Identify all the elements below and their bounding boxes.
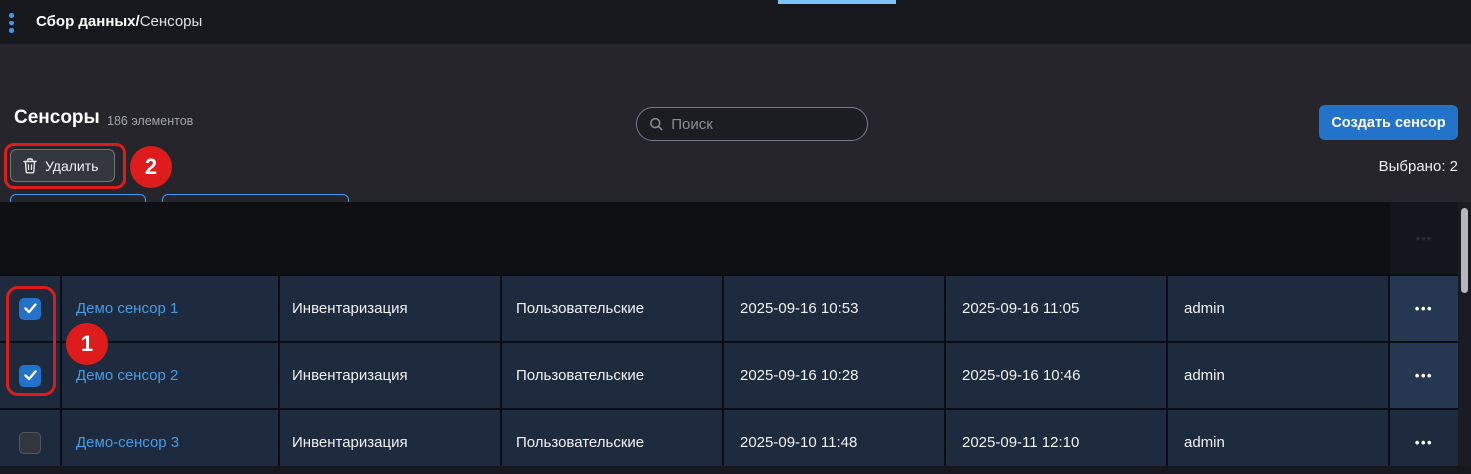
row-checkbox[interactable] (19, 298, 41, 320)
trash-icon (23, 158, 37, 174)
more-actions-icon: ••• (1415, 435, 1433, 450)
table-header: Наименование ↑↓ ⋮ Раздел ↑↓ ⋮ Класс ↑↓ ⋮… (0, 202, 1471, 274)
breadcrumb-parent[interactable]: Сбор данных (36, 13, 136, 30)
cell-author: admin (1168, 276, 1390, 341)
search-box[interactable] (636, 107, 868, 141)
table-row[interactable]: Демо-сенсор 3 Инвентаризация Пользовател… (0, 408, 1458, 474)
sensors-page: Сбор данных/Сенсоры Сенсоры 186 элементо… (0, 0, 1471, 474)
delete-button[interactable]: Удалить (10, 149, 115, 182)
item-count: 186 элементов (107, 114, 193, 128)
check-icon (24, 303, 37, 314)
breadcrumb-current: Сенсоры (140, 13, 203, 30)
page-title: Сенсоры (14, 107, 100, 129)
app-menu-icon[interactable] (9, 13, 14, 33)
cell-created: 2025-09-16 10:53 (724, 276, 946, 341)
check-icon (24, 370, 37, 381)
bottom-edge (0, 466, 1471, 474)
actions-column-header: ••• (1390, 202, 1458, 274)
row-checkbox[interactable] (19, 432, 41, 454)
cell-author: admin (1168, 343, 1390, 408)
selected-count-label: Выбрано: 2 (1379, 158, 1458, 175)
cell-name: Демо-сенсор 3 (62, 410, 280, 474)
sensor-link[interactable]: Демо сенсор 1 (76, 300, 178, 317)
cell-class: Пользовательские (502, 410, 724, 474)
sensor-link[interactable]: Демо-сенсор 3 (76, 434, 179, 451)
cell-class: Пользовательские (502, 276, 724, 341)
delete-button-label: Удалить (45, 158, 98, 174)
breadcrumb: Сбор данных/Сенсоры (36, 0, 202, 44)
cell-name: Демо сенсор 2 (62, 343, 280, 408)
cell-author: admin (1168, 410, 1390, 474)
row-checkbox-cell (0, 276, 62, 341)
cell-created: 2025-09-10 11:48 (724, 410, 946, 474)
toolbar: Сенсоры 186 элементов Создать сенсор Уда… (0, 44, 1471, 202)
cell-modified: 2025-09-11 12:10 (946, 410, 1168, 474)
cell-section: Инвентаризация (280, 343, 502, 408)
row-checkbox[interactable] (19, 365, 41, 387)
cell-modified: 2025-09-16 10:46 (946, 343, 1168, 408)
cell-created: 2025-09-16 10:28 (724, 343, 946, 408)
top-accent-bar (778, 0, 896, 4)
cell-modified: 2025-09-16 11:05 (946, 276, 1168, 341)
table-row[interactable]: Демо сенсор 1 Инвентаризация Пользовател… (0, 274, 1458, 341)
more-actions-icon: ••• (1415, 368, 1433, 383)
create-sensor-button[interactable]: Создать сенсор (1319, 105, 1458, 140)
search-input[interactable] (671, 116, 855, 133)
vertical-scrollbar[interactable] (1458, 202, 1471, 474)
row-checkbox-cell (0, 410, 62, 474)
search-icon (649, 116, 663, 132)
cell-name: Демо сенсор 1 (62, 276, 280, 341)
top-navigation-bar: Сбор данных/Сенсоры (0, 0, 1471, 44)
table-row[interactable]: Демо сенсор 2 Инвентаризация Пользовател… (0, 341, 1458, 408)
sensors-table: Наименование ↑↓ ⋮ Раздел ↑↓ ⋮ Класс ↑↓ ⋮… (0, 202, 1471, 474)
sensor-link[interactable]: Демо сенсор 2 (76, 367, 178, 384)
more-actions-icon: ••• (1416, 231, 1433, 246)
scrollbar-thumb[interactable] (1461, 208, 1468, 293)
more-actions-icon: ••• (1415, 301, 1433, 316)
row-checkbox-cell (0, 343, 62, 408)
row-actions-button[interactable]: ••• (1390, 343, 1458, 408)
cell-section: Инвентаризация (280, 276, 502, 341)
row-actions-button[interactable]: ••• (1390, 410, 1458, 474)
cell-class: Пользовательские (502, 343, 724, 408)
row-actions-button[interactable]: ••• (1390, 276, 1458, 341)
cell-section: Инвентаризация (280, 410, 502, 474)
